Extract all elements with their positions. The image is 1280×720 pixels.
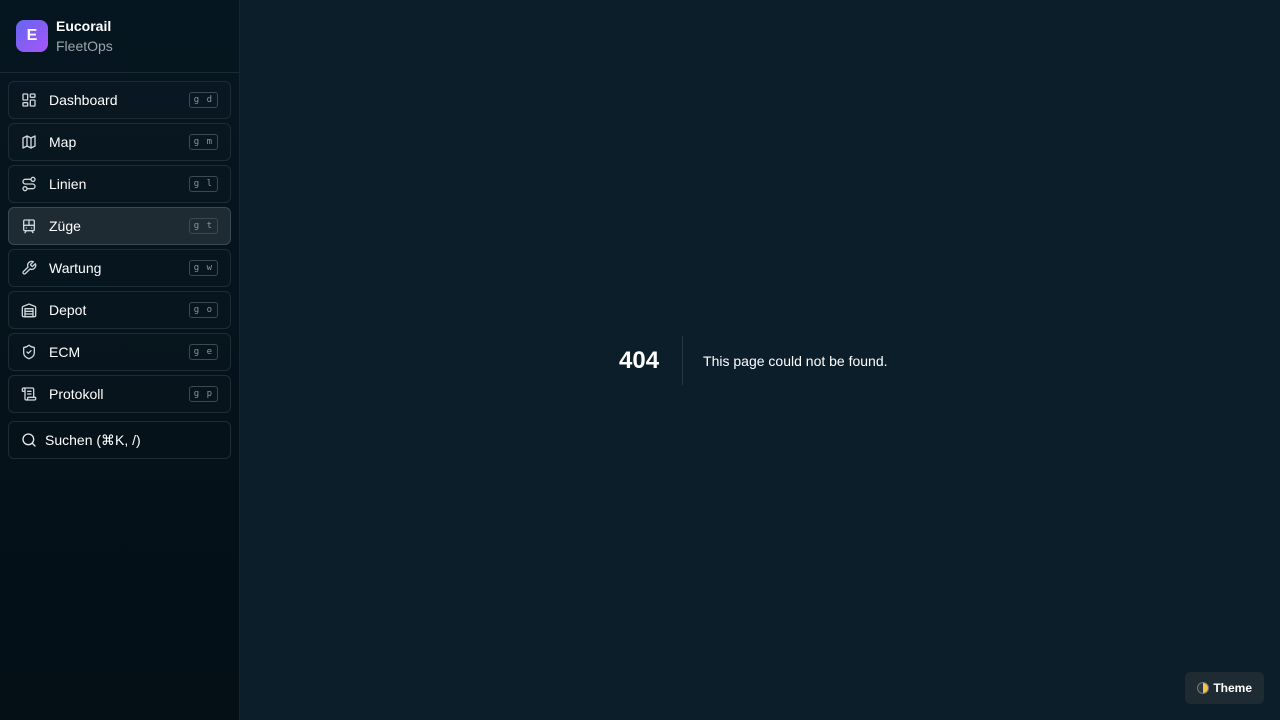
theme-toggle-button[interactable]: Theme	[1185, 672, 1264, 704]
sidebar-item-label: Depot	[49, 302, 87, 318]
map-icon	[21, 134, 37, 150]
sidebar-item-label: Map	[49, 134, 77, 150]
sidebar-item-dashboard[interactable]: Dashboard g d	[8, 81, 231, 119]
sidebar-item-ecm[interactable]: ECM g e	[8, 333, 231, 371]
search-icon	[21, 432, 37, 448]
sidebar-item-label: Dashboard	[49, 92, 118, 108]
warehouse-icon	[21, 302, 37, 318]
brand-logo: E	[16, 20, 48, 52]
route-icon	[21, 176, 37, 192]
train-icon	[21, 218, 37, 234]
sidebar-item-label: ECM	[49, 344, 81, 360]
search-label: Suchen (⌘K, /)	[45, 431, 141, 448]
shortcut-hint: g p	[188, 386, 218, 402]
shortcut-hint: g w	[188, 260, 218, 276]
half-moon-icon	[1197, 682, 1210, 694]
error-description: This page could not be found.	[703, 352, 888, 369]
app-root: E Eucorail FleetOps Dashboard g d Map g …	[0, 0, 1280, 720]
sidebar-item-depot[interactable]: Depot g o	[8, 291, 231, 329]
shield-check-icon	[21, 344, 37, 360]
brand-text: Eucorail FleetOps	[56, 16, 113, 56]
shortcut-hint: g d	[188, 92, 218, 108]
sidebar-item-linien[interactable]: Linien g l	[8, 165, 231, 203]
sidebar-item-label: Wartung	[49, 260, 102, 276]
brand-subtitle: FleetOps	[56, 38, 113, 54]
sidebar: E Eucorail FleetOps Dashboard g d Map g …	[0, 0, 240, 720]
error-code: 404	[619, 336, 684, 385]
dashboard-icon	[21, 92, 37, 108]
sidebar-item-label: Protokoll	[49, 386, 104, 402]
sidebar-item-zuege[interactable]: Züge g t	[8, 207, 231, 245]
wrench-icon	[21, 260, 37, 276]
theme-label: Theme	[1213, 681, 1252, 695]
brand-header[interactable]: E Eucorail FleetOps	[0, 0, 239, 73]
not-found-message: 404 This page could not be found.	[619, 336, 888, 385]
main-content: 404 This page could not be found. Theme	[240, 0, 1280, 720]
shortcut-hint: g m	[188, 134, 218, 150]
search-button[interactable]: Suchen (⌘K, /)	[8, 421, 231, 459]
sidebar-item-map[interactable]: Map g m	[8, 123, 231, 161]
scroll-icon	[21, 386, 37, 402]
shortcut-hint: g t	[188, 218, 218, 234]
shortcut-hint: g l	[188, 176, 218, 192]
sidebar-item-wartung[interactable]: Wartung g w	[8, 249, 231, 287]
shortcut-hint: g e	[188, 344, 218, 360]
sidebar-nav: Dashboard g d Map g m Linien g l Züge g …	[0, 73, 239, 413]
sidebar-item-label: Linien	[49, 176, 87, 192]
sidebar-item-protokoll[interactable]: Protokoll g p	[8, 375, 231, 413]
sidebar-item-label: Züge	[49, 218, 81, 234]
shortcut-hint: g o	[188, 302, 218, 318]
brand-name: Eucorail	[56, 18, 112, 34]
